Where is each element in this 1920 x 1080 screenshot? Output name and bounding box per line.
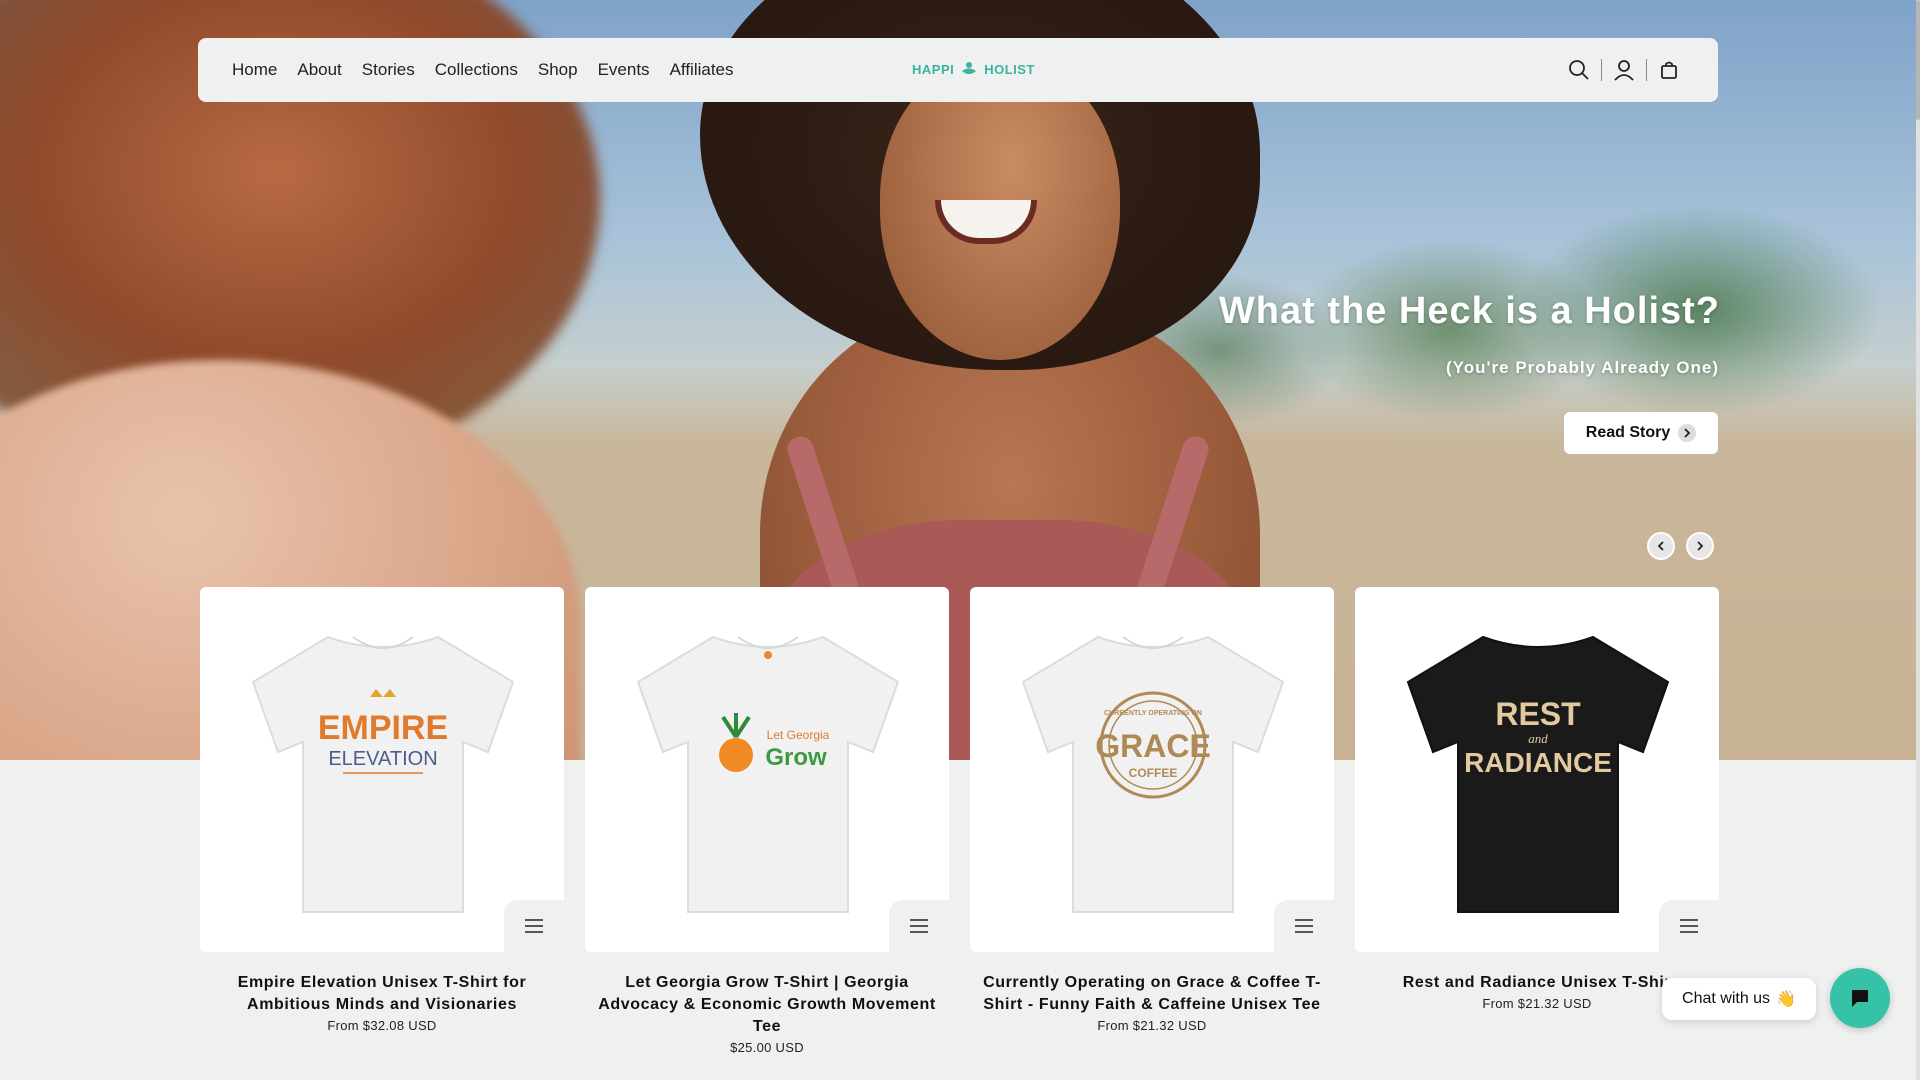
nav-link-stories[interactable]: Stories — [362, 60, 415, 80]
chat-label: Chat with us — [1682, 990, 1771, 1007]
shirt-graphic-text: Let Georgia — [767, 728, 830, 742]
product-price: From $32.08 USD — [327, 1018, 437, 1033]
read-story-button[interactable]: Read Story — [1564, 412, 1718, 454]
chevron-left-icon — [1657, 541, 1664, 551]
product-price: From $21.32 USD — [1097, 1018, 1207, 1033]
read-story-label: Read Story — [1585, 424, 1671, 441]
product-image[interactable]: REST and RADIANCE — [1355, 587, 1719, 952]
logo-lotus-icon — [962, 62, 977, 74]
shirt-graphic-text: GRACE — [1095, 728, 1211, 764]
quick-view-menu-button[interactable] — [889, 900, 949, 952]
product-card[interactable]: CURRENTLY OPERATING ON GRACE COFFEE Curr… — [970, 587, 1334, 1033]
nav-link-collections[interactable]: Collections — [435, 60, 518, 80]
hero-subtitle: (You're Probably Already One) — [1446, 358, 1719, 377]
product-title[interactable]: Let Georgia Grow T-Shirt | Georgia Advoc… — [585, 972, 949, 1038]
search-icon[interactable] — [1566, 57, 1592, 83]
nav-link-home[interactable]: Home — [232, 60, 277, 80]
shirt-graphic-text: COFFEE — [1129, 766, 1178, 780]
quick-view-menu-button[interactable] — [1274, 900, 1334, 952]
nav-link-affiliates[interactable]: Affiliates — [670, 60, 734, 80]
wave-icon: 👋 — [1776, 991, 1796, 1008]
tshirt-image: EMPIRE ELEVATION — [251, 635, 515, 913]
nav-links: Home About Stories Collections Shop Even… — [232, 38, 734, 102]
product-card[interactable]: REST and RADIANCE Rest and Radiance Unis… — [1355, 587, 1719, 1011]
shirt-graphic-text: Grow — [765, 744, 827, 771]
cart-icon[interactable] — [1656, 57, 1682, 83]
slideshow-prev-button[interactable] — [1647, 532, 1675, 560]
chevron-right-icon — [1678, 424, 1697, 442]
tshirt-image: CURRENTLY OPERATING ON GRACE COFFEE — [1021, 635, 1285, 913]
nav-link-events[interactable]: Events — [598, 60, 650, 80]
menu-icon — [1680, 919, 1698, 933]
quick-view-menu-button[interactable] — [1659, 900, 1719, 952]
menu-icon — [525, 919, 543, 933]
nav-icons — [1566, 38, 1682, 102]
logo-text-left: HAPPI — [912, 61, 955, 77]
chat-bubble-icon — [1852, 990, 1868, 1007]
tshirt-image: REST and RADIANCE — [1406, 635, 1670, 913]
main-navigation: Home About Stories Collections Shop Even… — [198, 38, 1718, 102]
logo-text-right: HOLIST — [984, 61, 1035, 77]
tshirt-image: Let Georgia Grow — [636, 635, 900, 913]
nav-link-about[interactable]: About — [297, 60, 341, 80]
shirt-graphic-text: REST — [1495, 696, 1581, 732]
quick-view-menu-button[interactable] — [504, 900, 564, 952]
product-image[interactable]: EMPIRE ELEVATION — [200, 587, 564, 952]
nav-icon-divider — [1646, 59, 1647, 81]
page-scrollbar[interactable] — [1916, 0, 1920, 1080]
site-logo[interactable]: HAPPI HOLIST — [912, 60, 1035, 78]
product-card[interactable]: Let Georgia Grow Let Georgia Grow T-Shir… — [585, 587, 949, 1055]
menu-icon — [910, 919, 928, 933]
product-price: $25.00 USD — [730, 1040, 804, 1055]
product-card[interactable]: EMPIRE ELEVATION Empire Elevation Unisex… — [200, 587, 564, 1033]
product-image[interactable]: CURRENTLY OPERATING ON GRACE COFFEE — [970, 587, 1334, 952]
shirt-graphic-text: RADIANCE — [1464, 747, 1612, 778]
chat-launcher-button[interactable] — [1830, 968, 1890, 1028]
product-title[interactable]: Empire Elevation Unisex T-Shirt for Ambi… — [200, 972, 564, 1016]
product-title[interactable]: Currently Operating on Grace & Coffee T-… — [970, 972, 1334, 1016]
nav-icon-divider — [1601, 59, 1602, 81]
shirt-graphic-text: ELEVATION — [328, 748, 437, 770]
nav-link-shop[interactable]: Shop — [538, 60, 578, 80]
chat-with-us-button[interactable]: Chat with us 👋 — [1662, 978, 1816, 1020]
shirt-graphic-text: EMPIRE — [318, 709, 448, 747]
chevron-right-icon — [1697, 541, 1704, 551]
account-icon[interactable] — [1611, 57, 1637, 83]
shirt-graphic-text: and — [1528, 731, 1548, 746]
slideshow-next-button[interactable] — [1686, 532, 1714, 560]
product-image[interactable]: Let Georgia Grow — [585, 587, 949, 952]
shirt-graphic-text: CURRENTLY OPERATING ON — [1104, 710, 1202, 717]
menu-icon — [1295, 919, 1313, 933]
hero-title: What the Heck is a Holist? — [1218, 290, 1720, 332]
scrollbar-thumb[interactable] — [1916, 0, 1920, 120]
